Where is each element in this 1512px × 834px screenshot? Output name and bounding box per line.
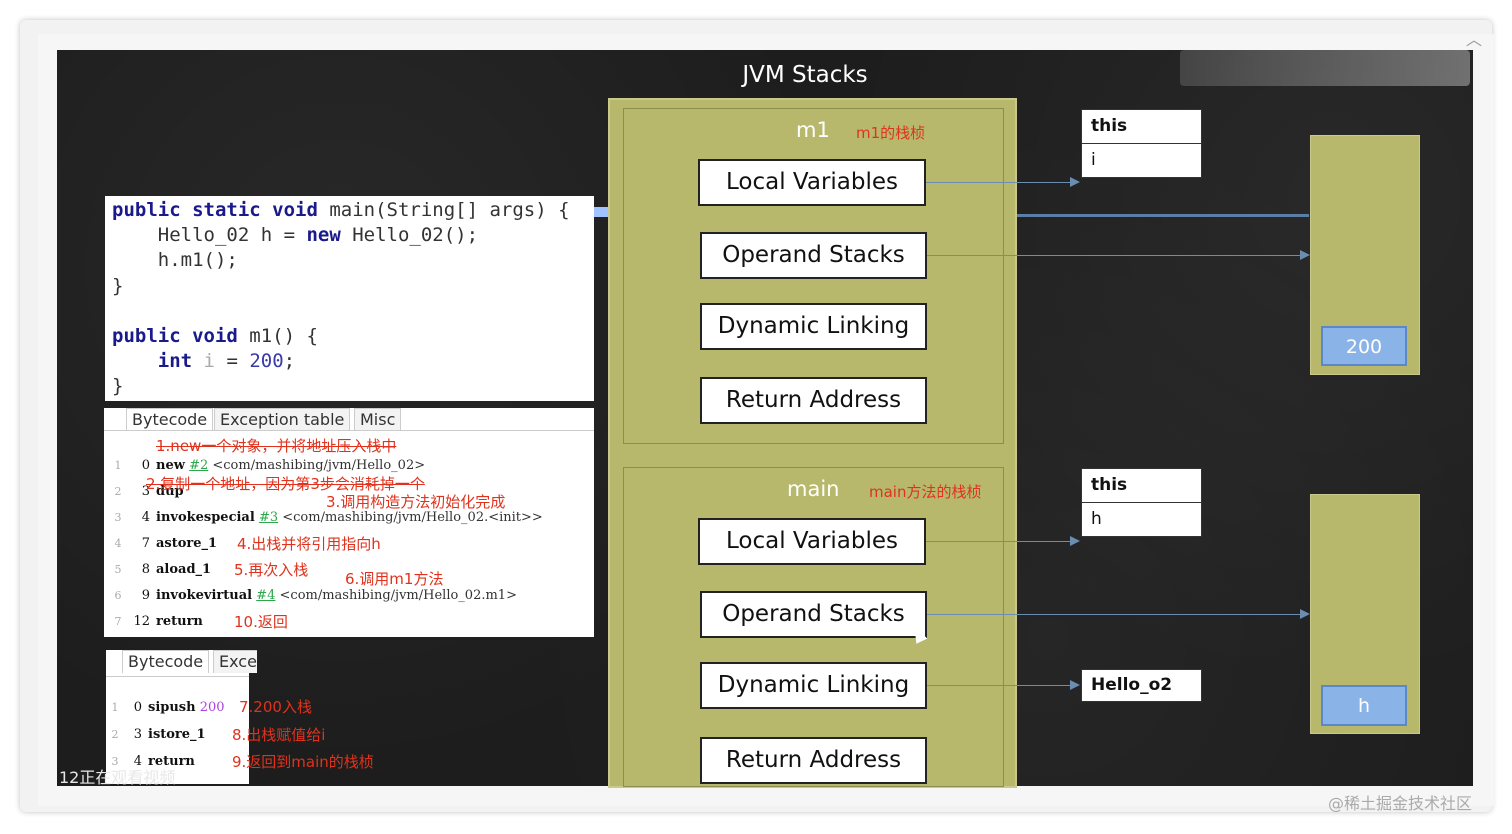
slide-title: JVM Stacks	[742, 62, 868, 88]
main-local-variables: Local Variables	[698, 518, 926, 565]
annotation-note: 3.调用构造方法初始化完成	[326, 493, 506, 511]
annotation-note: 7.200入栈	[239, 698, 312, 716]
frame-name: main	[787, 477, 840, 501]
collapse-icon[interactable]: ︿	[1462, 30, 1486, 50]
code-text: Hello_02();	[340, 224, 479, 247]
bytecode-row[interactable]: 4 7 astore_1	[104, 536, 218, 551]
code-text: ;	[283, 350, 296, 373]
arrow-line	[927, 255, 1300, 256]
frame-name: m1	[796, 118, 830, 142]
arrow-head-icon	[1070, 680, 1080, 690]
code-var: i	[203, 350, 215, 373]
main-operand-stacks: Operand Stacks	[700, 591, 927, 638]
code-panel-edge	[594, 207, 608, 217]
main-dynamic-linking: Dynamic Linking	[700, 662, 927, 709]
code-keyword: public void	[112, 325, 238, 348]
arrow-head-icon	[1070, 177, 1080, 187]
code-text: m1() {	[237, 325, 318, 348]
player-control-bar[interactable]	[1180, 50, 1470, 86]
m1-return-address: Return Address	[700, 377, 927, 424]
code-text: =	[215, 350, 250, 373]
code-text: main(String[] args) {	[317, 199, 570, 221]
m1-dynamic-linking: Dynamic Linking	[700, 303, 927, 350]
main-return-address: Return Address	[700, 737, 927, 784]
tab-exception-table[interactable]: Exce	[213, 650, 257, 673]
annotation-note: 6.调用m1方法	[345, 570, 444, 588]
main-local-h: h	[1081, 502, 1202, 537]
operand-value-200: 200	[1321, 326, 1407, 366]
frame-note: main方法的栈桢	[869, 483, 982, 501]
m1-local-variables: Local Variables	[698, 159, 926, 206]
code-keyword: public static void	[112, 199, 318, 221]
arrow-line	[926, 182, 1071, 183]
annotation-note: 1.new一个对象，并将地址压入栈中	[156, 437, 397, 455]
annotation-note: 9.返回到main的栈桢	[232, 753, 374, 771]
bytecode-row[interactable]: 1 0 sipush 200	[106, 700, 225, 715]
tab-misc[interactable]: Misc	[354, 408, 402, 431]
tab-exception-table[interactable]: Exception table	[214, 408, 351, 431]
arrow-head-icon	[1070, 536, 1080, 546]
arrow-line	[927, 685, 1071, 686]
annotation-note: 4.出栈并将引用指向h	[237, 535, 381, 553]
frame-note: m1的栈桢	[856, 124, 926, 142]
java-code-panel: public static void main(String[] args) {…	[105, 196, 594, 401]
annotation-note: 8.出栈赋值给i	[232, 726, 326, 744]
bytecode-row[interactable]: 6 9 invokevirtual #4 <com/mashibing/jvm/He…	[104, 588, 517, 603]
bytecode-row[interactable]: 2 3 istore_1	[106, 727, 206, 742]
annotation-note: 10.返回	[234, 613, 288, 631]
annotation-note: 5.再次入栈	[234, 561, 309, 579]
m1-local-this: this	[1081, 109, 1202, 144]
tab-bytecode[interactable]: Bytecode	[126, 408, 214, 431]
arrow-line	[1017, 214, 1309, 217]
tab-bytecode[interactable]: Bytecode	[122, 650, 210, 673]
bytecode-row[interactable]: 1 0 new #2 <com/mashibing/jvm/Hello_02>	[104, 458, 426, 473]
arrow-line	[926, 541, 1071, 542]
m1-local-i: i	[1081, 143, 1202, 178]
arrow-line	[927, 614, 1300, 615]
bytecode-row[interactable]: 3 4 invokespecial #3 <com/mashibing/jvm/He…	[104, 510, 543, 525]
m1-operand-stacks: Operand Stacks	[700, 232, 927, 279]
code-keyword: int	[157, 350, 193, 373]
bytecode-panel-main: Bytecode Exception table Misc 1 0 new #2 <…	[104, 408, 594, 637]
code-text: }	[112, 274, 124, 297]
arrow-head-icon	[1300, 609, 1310, 619]
operand-value-h: h	[1321, 685, 1407, 726]
dynamic-link-target: Hello_o2	[1081, 669, 1202, 702]
watermark-credit: @稀土掘金技术社区	[1328, 794, 1473, 813]
code-text: h.m1();	[112, 249, 238, 272]
viewer-count-overlay: 12正在观看视频	[59, 768, 176, 787]
code-text: }	[112, 375, 124, 398]
code-text: Hello_02 h =	[112, 224, 307, 247]
code-number: 200	[249, 350, 284, 373]
bytecode-row[interactable]: 5 8 aload_1	[104, 562, 212, 577]
main-local-this: this	[1081, 468, 1202, 503]
bytecode-row[interactable]: 7 12 return	[104, 614, 203, 629]
arrow-head-icon	[1300, 250, 1310, 260]
code-keyword: new	[306, 224, 341, 247]
